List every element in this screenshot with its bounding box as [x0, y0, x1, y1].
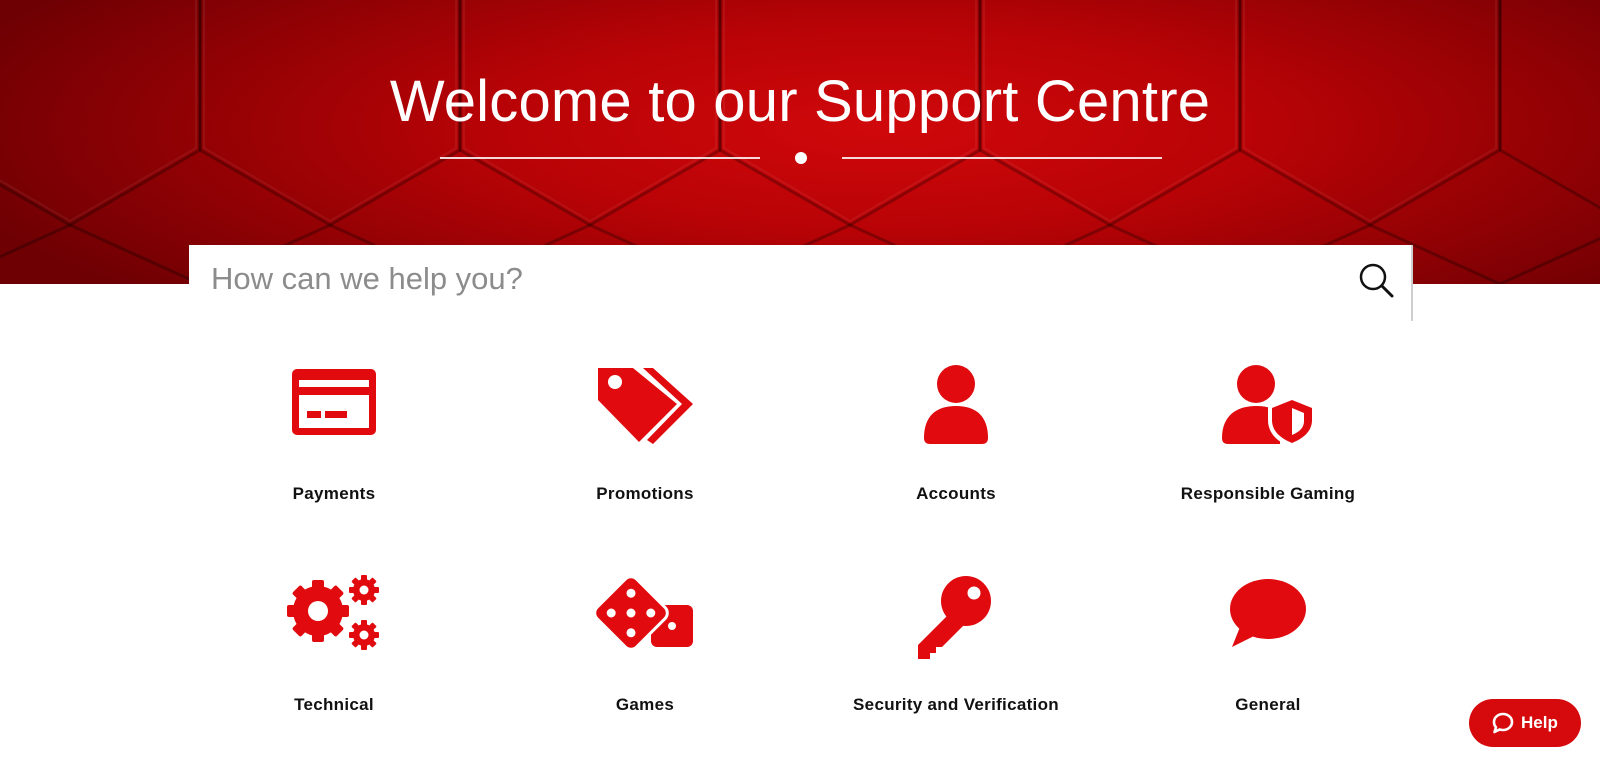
category-security-and-verification[interactable]: Security and Verification [826, 575, 1086, 745]
category-label: Promotions [596, 484, 694, 503]
category-games[interactable]: Games [515, 575, 775, 745]
category-payments[interactable]: Payments [204, 364, 464, 534]
category-promotions[interactable]: Promotions [515, 364, 775, 534]
tags-icon [595, 364, 695, 450]
key-icon [906, 575, 1006, 661]
category-technical[interactable]: Technical [204, 575, 464, 745]
category-label: Responsible Gaming [1180, 484, 1356, 503]
category-responsible-gaming[interactable]: Responsible Gaming [1138, 364, 1398, 534]
category-label: Games [615, 695, 675, 714]
category-label: Technical [294, 695, 374, 714]
credit-card-icon [284, 364, 384, 450]
user-shield-icon [1218, 364, 1318, 450]
page-title: Welcome to our Support Centre [389, 69, 1211, 134]
search-input[interactable] [211, 259, 1311, 299]
category-label: Payments [292, 484, 376, 503]
category-label: Security and Verification [853, 695, 1059, 714]
category-general[interactable]: General [1138, 575, 1398, 745]
title-divider-left [440, 157, 760, 159]
chat-bubble-icon [1218, 575, 1318, 661]
hexagon-pattern-background [0, 0, 1600, 284]
category-accounts[interactable]: Accounts [826, 364, 1086, 534]
search-icon[interactable] [1357, 261, 1397, 301]
support-centre-page: Welcome to our Support Centre Payments [0, 0, 1600, 759]
dice-icon [593, 575, 695, 661]
gears-icon [284, 575, 384, 661]
help-button-label: Help [1521, 713, 1558, 732]
hero-banner: Welcome to our Support Centre [0, 0, 1600, 284]
title-divider-dot [795, 152, 807, 164]
search-bar [189, 245, 1413, 321]
category-label: Accounts [916, 484, 996, 503]
user-icon [906, 364, 1006, 450]
chat-icon [1491, 711, 1515, 735]
category-label: General [1235, 695, 1301, 714]
title-divider-right [842, 157, 1162, 159]
help-button[interactable]: Help [1469, 699, 1581, 747]
